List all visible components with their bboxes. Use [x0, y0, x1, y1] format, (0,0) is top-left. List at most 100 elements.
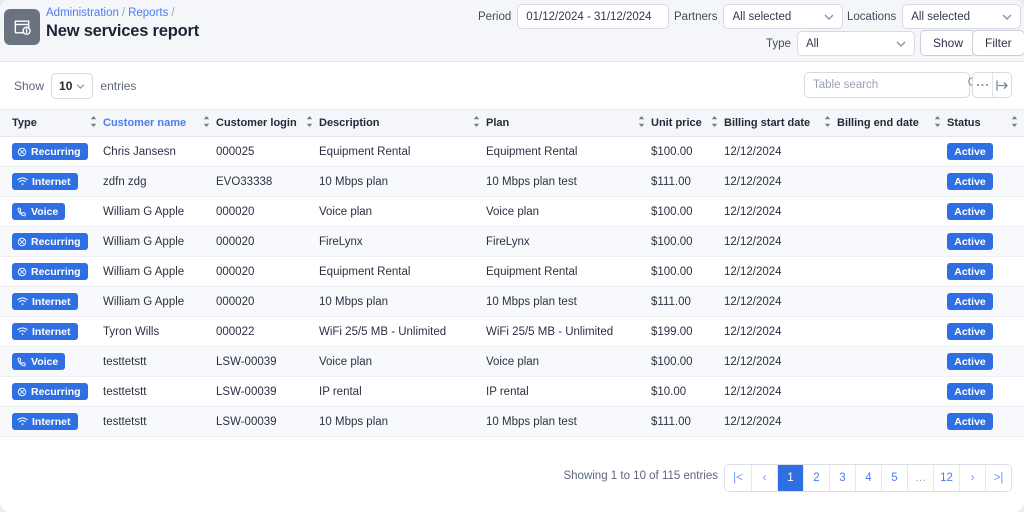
cell-customer-login[interactable]: 000020: [216, 196, 319, 227]
sort-icon[interactable]: [824, 116, 831, 130]
column-header-customer-login[interactable]: Customer login: [216, 109, 319, 137]
cell-customer-login[interactable]: 000020: [216, 286, 319, 317]
sort-icon[interactable]: [203, 116, 210, 130]
cell-customer-login[interactable]: 000020: [216, 256, 319, 287]
cell-customer-name[interactable]: testtetstt: [103, 376, 216, 407]
cell-customer-name[interactable]: testtetstt: [103, 346, 216, 377]
cell-billing-start-date: 12/12/2024: [724, 256, 837, 287]
cell-customer-name[interactable]: William G Apple: [103, 286, 216, 317]
pagination-page-5[interactable]: 5: [881, 465, 907, 491]
cell-customer-login[interactable]: 000020: [216, 226, 319, 257]
breadcrumb-item-administration[interactable]: Administration: [46, 7, 119, 19]
pagination-nav-button[interactable]: |<: [725, 465, 751, 491]
cell-plan: WiFi 25/5 MB - Unlimited: [486, 316, 651, 347]
pagination-page-2[interactable]: 2: [803, 465, 829, 491]
cell-plan: 10 Mbps plan test: [486, 286, 651, 317]
table-body: Recurring Chris Jansesn 000025 Equipment Re…: [0, 136, 1024, 437]
partners-label: Partners: [674, 10, 718, 23]
pagination: |< ‹ 1 2 3 4 5… 12 › >|: [724, 464, 1012, 492]
pagination-page-3[interactable]: 3: [829, 465, 855, 491]
sort-icon[interactable]: [711, 116, 718, 130]
cell-plan: Voice plan: [486, 346, 651, 377]
cell-customer-login[interactable]: 000025: [216, 136, 319, 167]
column-header-type[interactable]: Type: [0, 109, 103, 137]
cell-customer-name[interactable]: William G Apple: [103, 226, 216, 257]
column-header-label: Customer login: [216, 117, 297, 129]
table-row[interactable]: Recurring William G Apple 000020 FireLynx Fi…: [0, 226, 1024, 257]
type-badge-label: Internet: [32, 295, 71, 308]
cell-description: Equipment Rental: [319, 136, 486, 167]
filter-button[interactable]: Filter: [972, 30, 1024, 56]
type-badge-label: Recurring: [31, 235, 81, 248]
status-badge: Active: [947, 383, 993, 400]
report-page: Administration / Reports / New services rep…: [0, 0, 1024, 512]
cell-customer-name[interactable]: William G Apple: [103, 256, 216, 287]
cell-billing-start-date: 12/12/2024: [724, 376, 837, 407]
type-select[interactable]: All: [796, 31, 915, 56]
sort-icon[interactable]: [306, 116, 313, 130]
breadcrumb-separator: /: [121, 7, 126, 19]
wifi-icon: [17, 177, 28, 186]
pagination-page-4[interactable]: 4: [855, 465, 881, 491]
locations-select[interactable]: All selected: [902, 4, 1022, 29]
cell-status: Active: [947, 346, 1024, 377]
more-options-button[interactable]: [973, 73, 992, 97]
table-header-row: Type Customer name Customer login Descripti…: [0, 109, 1024, 137]
sort-icon[interactable]: [90, 116, 97, 130]
cell-customer-login[interactable]: 000022: [216, 316, 319, 347]
cell-customer-login[interactable]: LSW-00039: [216, 346, 319, 377]
pagination-page-1[interactable]: 1: [777, 465, 803, 491]
column-header-customer-name[interactable]: Customer name: [103, 109, 216, 137]
table-row[interactable]: Internet William G Apple 000020 10 Mbps pla…: [0, 286, 1024, 317]
sort-icon[interactable]: [473, 116, 480, 130]
sort-icon[interactable]: [1011, 116, 1018, 130]
table-row[interactable]: Voice William G Apple 000020 Voice plan Voic…: [0, 196, 1024, 227]
cell-customer-name[interactable]: testtetstt: [103, 406, 216, 437]
cell-customer-login[interactable]: LSW-00039: [216, 376, 319, 407]
cell-billing-end-date: [837, 286, 947, 317]
partners-select[interactable]: All selected: [723, 4, 844, 29]
cell-plan: FireLynx: [486, 226, 651, 257]
column-header-status[interactable]: Status: [947, 109, 1024, 137]
cell-status: Active: [947, 376, 1024, 407]
show-button[interactable]: Show: [920, 30, 977, 56]
entries-select[interactable]: 10: [51, 73, 94, 99]
table-row[interactable]: Internet Tyron Wills 000022 WiFi 25/5 MB - …: [0, 316, 1024, 347]
table-row[interactable]: Voice testtetstt LSW-00039 Voice plan Voice …: [0, 346, 1024, 377]
table-row[interactable]: Recurring William G Apple 000020 Equipment …: [0, 256, 1024, 287]
table-row[interactable]: Recurring testtetstt LSW-00039 IP rental IP …: [0, 376, 1024, 407]
table-search[interactable]: [804, 72, 979, 98]
pagination-nav-button[interactable]: >|: [985, 465, 1011, 491]
export-button[interactable]: [992, 73, 1011, 97]
breadcrumb-item-reports[interactable]: Reports: [128, 7, 168, 19]
column-header-unit-price[interactable]: Unit price: [651, 109, 724, 137]
search-input[interactable]: [813, 79, 967, 91]
sort-icon[interactable]: [934, 116, 941, 130]
cell-customer-login[interactable]: LSW-00039: [216, 406, 319, 437]
period-input[interactable]: 01/12/2024 - 31/12/2024: [517, 4, 670, 29]
pagination-nav-button[interactable]: ›: [959, 465, 985, 491]
sort-icon[interactable]: [638, 116, 645, 130]
cell-customer-login[interactable]: EVO33338: [216, 166, 319, 197]
cell-billing-start-date: 12/12/2024: [724, 346, 837, 377]
cell-customer-name[interactable]: Chris Jansesn: [103, 136, 216, 167]
pagination-page-12[interactable]: 12: [933, 465, 959, 491]
column-header-billing-start-date[interactable]: Billing start date: [724, 109, 837, 137]
cell-customer-name[interactable]: zdfn zdg: [103, 166, 216, 197]
show-label: Show: [14, 79, 45, 93]
cell-customer-name[interactable]: Tyron Wills: [103, 316, 216, 347]
table-row[interactable]: Internet testtetstt LSW-00039 10 Mbps plan 1…: [0, 406, 1024, 437]
cell-type: Internet: [0, 406, 103, 437]
pagination-nav-button[interactable]: ‹: [751, 465, 777, 491]
column-header-label: Billing start date: [724, 117, 811, 129]
column-header-billing-end-date[interactable]: Billing end date: [837, 109, 947, 137]
phone-icon: [17, 357, 27, 367]
cell-billing-start-date: 12/12/2024: [724, 166, 837, 197]
partners-value: All selected: [732, 10, 792, 23]
cell-customer-name[interactable]: William G Apple: [103, 196, 216, 227]
table-row[interactable]: Recurring Chris Jansesn 000025 Equipment Re…: [0, 136, 1024, 167]
column-header-plan[interactable]: Plan: [486, 109, 651, 137]
column-header-description[interactable]: Description: [319, 109, 486, 137]
status-badge: Active: [947, 143, 993, 160]
table-row[interactable]: Internet zdfn zdg EVO33338 10 Mbps plan 10 M…: [0, 166, 1024, 197]
